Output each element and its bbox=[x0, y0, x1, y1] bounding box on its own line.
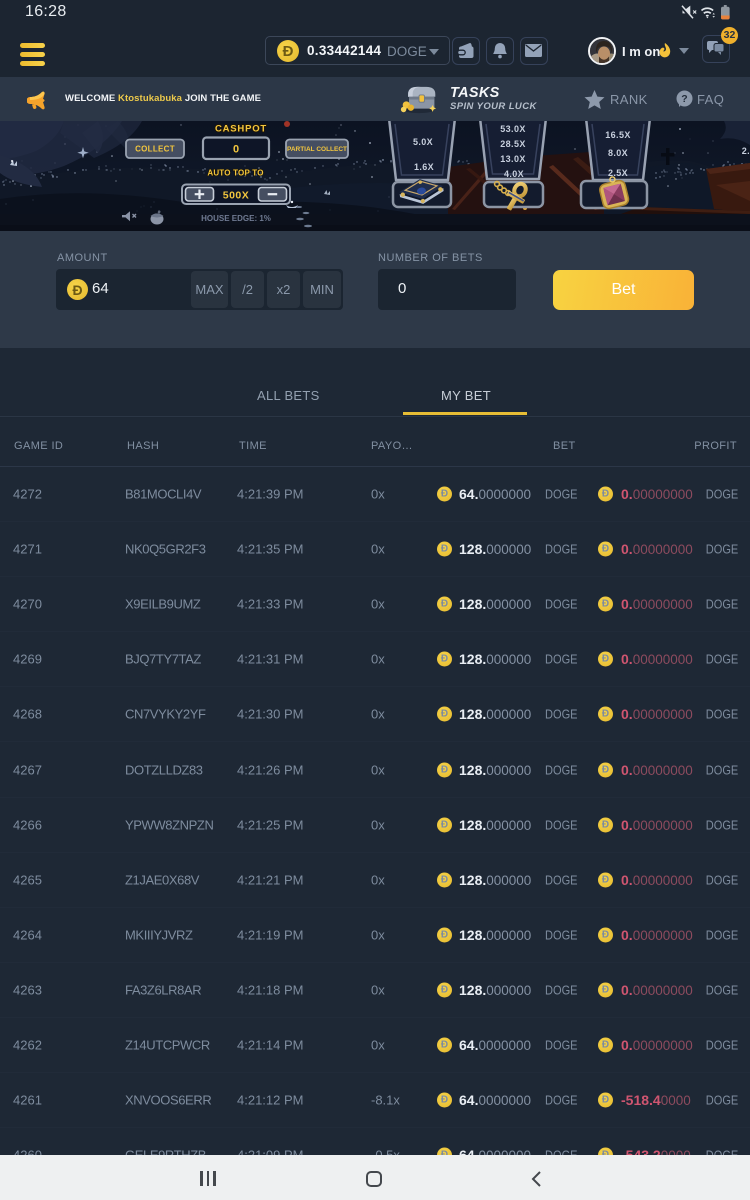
svg-text:COLLECT: COLLECT bbox=[135, 145, 175, 154]
svg-text:53.0X: 53.0X bbox=[500, 124, 526, 134]
svg-text:500X: 500X bbox=[223, 190, 250, 202]
svg-text:2.: 2. bbox=[742, 146, 750, 156]
svg-text:16.5X: 16.5X bbox=[605, 130, 631, 140]
svg-text:28.5X: 28.5X bbox=[500, 139, 526, 149]
svg-text:13.0X: 13.0X bbox=[500, 154, 526, 164]
svg-text:AUTO TOP TO: AUTO TOP TO bbox=[207, 169, 263, 178]
svg-text:1.6X: 1.6X bbox=[414, 162, 434, 172]
svg-text:2.5X: 2.5X bbox=[608, 168, 628, 178]
svg-text:4.0X: 4.0X bbox=[504, 169, 524, 179]
svg-text:PARTIAL COLLECT: PARTIAL COLLECT bbox=[287, 146, 347, 153]
svg-text:5.0X: 5.0X bbox=[413, 137, 433, 147]
svg-text:CASHPOT: CASHPOT bbox=[215, 124, 267, 135]
svg-text:?: ? bbox=[681, 93, 687, 105]
svg-text:HOUSE EDGE: 1%: HOUSE EDGE: 1% bbox=[201, 214, 271, 223]
svg-text:8.0X: 8.0X bbox=[608, 148, 628, 158]
svg-text:0: 0 bbox=[233, 144, 239, 156]
